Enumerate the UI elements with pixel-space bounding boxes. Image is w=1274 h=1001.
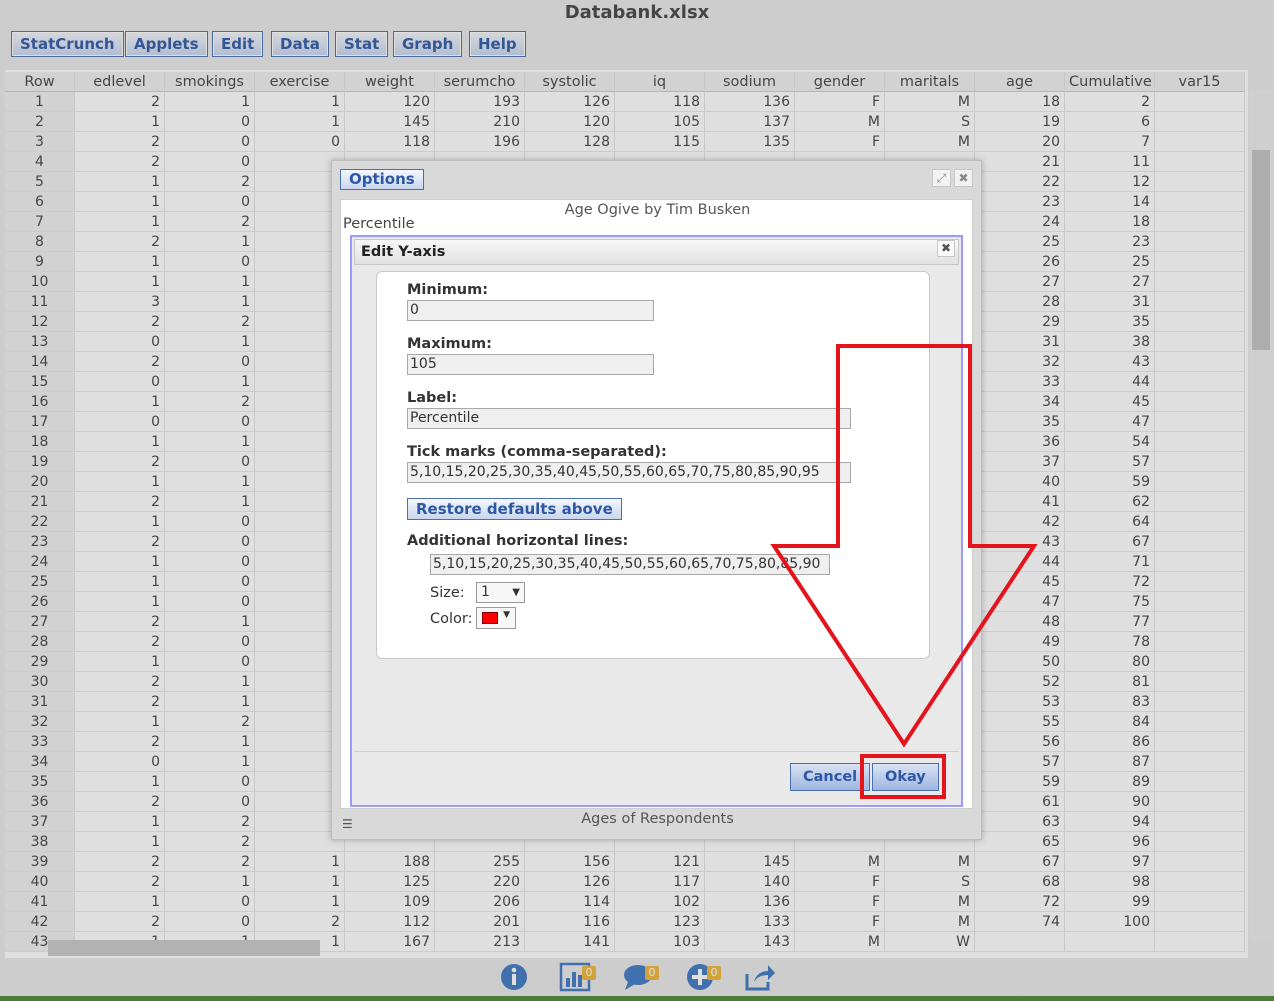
edit-y-axis-title: Edit Y-axis [354,239,959,265]
tick-marks-input[interactable]: 5,10,15,20,25,30,35,40,45,50,55,60,65,70… [407,462,851,483]
options-dialog: Options ⤢ ✖ Age Ogive by Tim Busken Perc… [331,160,982,840]
okay-button[interactable]: Okay [872,763,939,791]
size-value: 1 [481,584,490,600]
axis-form: Minimum: 0 Maximum: 105 Label: Percentil… [376,271,930,659]
additional-lines-input[interactable]: 5,10,15,20,25,30,35,40,45,50,55,60,65,70… [430,554,830,575]
restore-defaults-button[interactable]: Restore defaults above [407,498,622,520]
options-menu-button[interactable]: Options [340,169,424,190]
label-input[interactable]: Percentile [407,408,851,429]
maximum-input[interactable]: 105 [407,354,654,375]
additional-lines-label: Additional horizontal lines: [407,533,629,549]
size-label: Size: [430,585,465,601]
hamburger-menu-icon[interactable]: ☰ [342,817,354,831]
label-label: Label: [407,390,458,406]
color-picker[interactable]: ▼ [476,607,516,629]
tick-marks-label: Tick marks (comma-separated): [407,444,667,460]
divider [354,751,959,752]
maximum-label: Maximum: [407,336,492,352]
close-icon[interactable]: ✖ [954,169,973,187]
maximize-icon[interactable]: ⤢ [932,169,951,187]
graph-x-label: Ages of Respondents [581,811,734,827]
minimum-input[interactable]: 0 [407,300,654,321]
minimum-label: Minimum: [407,282,489,298]
color-swatch [482,612,498,624]
graph-y-label: Percentile [343,216,415,232]
chevron-down-icon: ▼ [512,587,520,598]
edit-y-axis-panel: Edit Y-axis ✖ Minimum: 0 Maximum: 105 La… [350,235,963,807]
cancel-button[interactable]: Cancel [790,763,871,791]
size-select[interactable]: 1 ▼ [476,582,525,603]
graph-title: Age Ogive by Tim Busken [564,202,751,218]
edit-panel-close-icon[interactable]: ✖ [937,240,955,257]
color-label: Color: [430,611,473,627]
chevron-down-icon: ▼ [503,610,510,620]
